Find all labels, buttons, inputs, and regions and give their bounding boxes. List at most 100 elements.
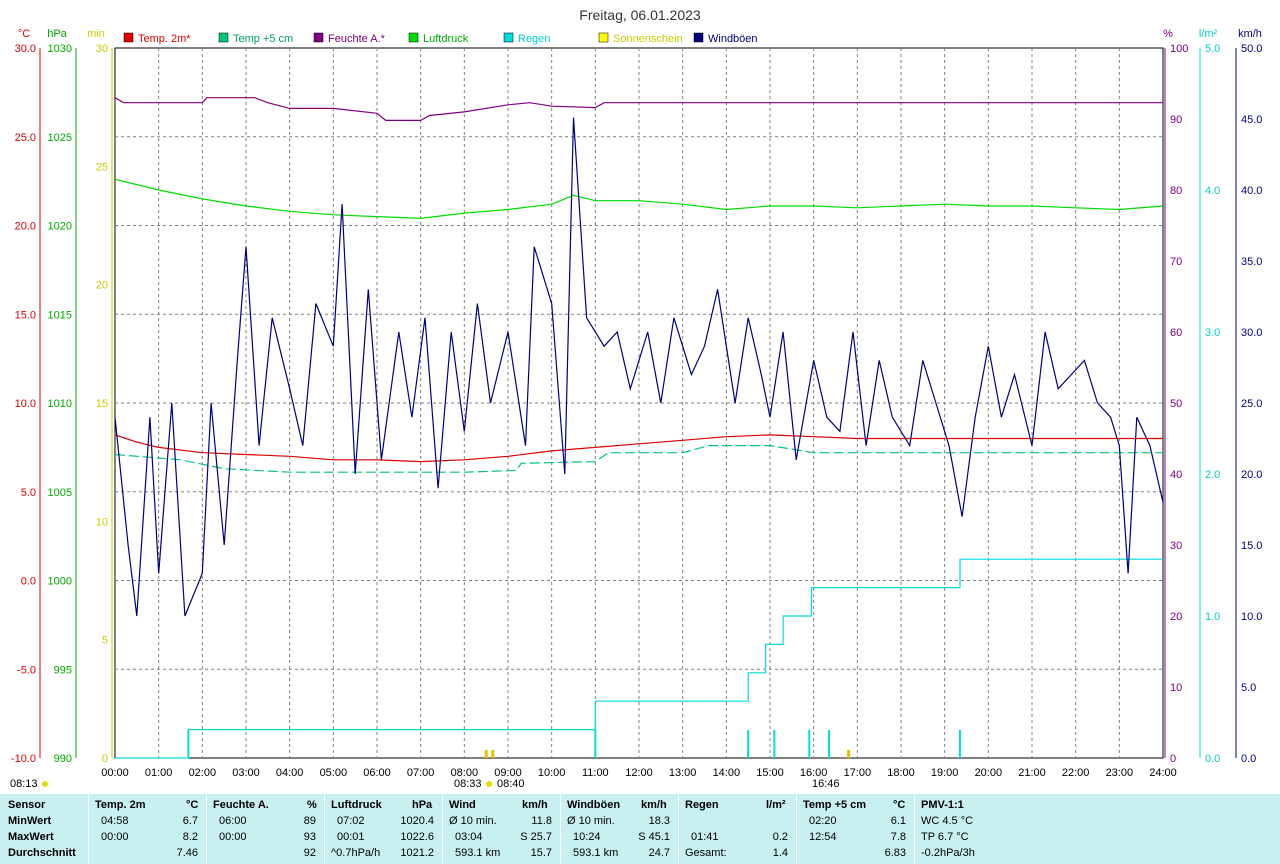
temp-tick-label: 5.0 [21, 487, 36, 499]
x-tick-label: 02:00 [189, 767, 217, 779]
header-gusts-unit: km/h [641, 799, 667, 811]
sunrise-time: 08:13 [10, 778, 38, 790]
pressure-tick-label: 1025 [48, 132, 72, 144]
humidity-tick-label: 40 [1170, 469, 1182, 481]
pressure-tick-label: 1005 [48, 487, 72, 499]
pressure-tick-label: 1015 [48, 309, 72, 321]
x-tick-label: 01:00 [145, 767, 173, 779]
sunrise-icon [42, 781, 48, 787]
rain-tick-label: 4.0 [1205, 185, 1220, 197]
x-tick-label: 12:00 [625, 767, 653, 779]
sun-icon [486, 781, 492, 787]
pressure-tick-label: 1010 [48, 398, 72, 410]
humidity-max-time: 00:00 [219, 831, 247, 843]
wind-tick-label: 35.0 [1241, 256, 1262, 268]
row-label-min: MinWert [8, 815, 52, 827]
unit-humidity: % [1163, 28, 1173, 40]
pressure-tick-label: 1000 [48, 576, 72, 588]
weather-chart: Freitag, 06.01.2023 Temp. 2m* Temp +5 cm F… [10, 7, 1262, 790]
sun-marker-1: 08:33 [454, 778, 482, 790]
wind-tick-label: 5.0 [1241, 682, 1256, 694]
temp5cm-avg-value: 6.83 [884, 847, 906, 859]
rain-max-time: 01:41 [691, 831, 719, 843]
x-tick-label: 00:00 [101, 767, 129, 779]
unit-pressure: hPa [47, 28, 67, 40]
x-tick-label: 20:00 [975, 767, 1003, 779]
legend-swatch [693, 32, 704, 43]
statistics-panel: Sensor Temp. 2m °C Feuchte A. % Luftdruc… [0, 794, 1280, 864]
header-temp5cm-unit: °C [893, 799, 906, 811]
humidity-tick-label: 20 [1170, 611, 1182, 623]
header-pressure-unit: hPa [412, 799, 433, 811]
x-tick-label: 03:00 [232, 767, 260, 779]
pressure-max-value: 1022.6 [400, 831, 434, 843]
wind-tick-label: 10.0 [1241, 611, 1262, 623]
x-tick-label: 21:00 [1018, 767, 1046, 779]
legend-swatch [503, 32, 514, 43]
pressure-avg-value: 1021.2 [400, 847, 434, 859]
x-tick-label: 23:00 [1106, 767, 1134, 779]
temp5cm-max-time: 12:54 [809, 831, 837, 843]
unit-rain: l/m² [1199, 28, 1218, 40]
pressure-tick-label: 1020 [48, 221, 72, 233]
legend-swatch [313, 32, 324, 43]
wind-tick-label: 15.0 [1241, 540, 1262, 552]
rain-tick-label: 3.0 [1205, 327, 1220, 339]
sun-tick-label: 25 [96, 161, 108, 173]
gusts-avg-value: 24.7 [648, 847, 670, 859]
humidity-tick-label: 100 [1170, 43, 1188, 55]
wind-min-label: Ø 10 min. [449, 815, 497, 827]
header-wind: Wind [449, 799, 476, 811]
unit-wind: km/h [1238, 28, 1262, 40]
x-axis-ticks: 00:00 01:00 02:00 03:00 04:00 05:00 06:00 07:00… [101, 767, 1177, 779]
wind-tick-label: 20.0 [1241, 469, 1262, 481]
legend-label: Feuchte A.* [328, 33, 386, 45]
rain-tick-label: 2.0 [1205, 469, 1220, 481]
row-label-max: MaxWert [8, 831, 54, 843]
legend-label: Windböen [708, 33, 758, 45]
x-tick-label: 19:00 [931, 767, 959, 779]
legend-label: Temp +5 cm [233, 33, 293, 45]
legend-label: Temp. 2m* [138, 33, 191, 45]
wind-avg-value: 15.7 [530, 847, 552, 859]
temp5cm-min-value: 6.1 [890, 815, 906, 827]
x-tick-label: 15:00 [756, 767, 784, 779]
humidity-tick-label: 80 [1170, 185, 1182, 197]
wind-max-value: S 25.7 [520, 831, 552, 843]
rain-max-value: 0.2 [772, 831, 788, 843]
header-temp5cm: Temp +5 cm [803, 799, 867, 811]
unit-sun: min [87, 28, 105, 40]
temp5cm-max-value: 7.8 [890, 831, 906, 843]
x-tick-label: 14:00 [713, 767, 741, 779]
x-tick-label: 22:00 [1062, 767, 1090, 779]
header-rain: Regen [685, 799, 719, 811]
wind-tick-label: 45.0 [1241, 114, 1262, 126]
sun-tick-label: 30 [96, 43, 108, 55]
x-tick-label: 11:00 [582, 767, 609, 779]
humidity-min-value: 89 [303, 815, 316, 827]
pressure-trend: ^0.7hPa/h [331, 847, 381, 859]
legend-swatch [408, 32, 419, 43]
header-temp2m-unit: °C [186, 799, 199, 811]
wind-tick-label: 50.0 [1241, 43, 1262, 55]
temp-tick-label: 0.0 [21, 576, 36, 588]
humidity-tick-label: 50 [1170, 398, 1182, 410]
header-wind-unit: km/h [522, 799, 548, 811]
pressure-tick-label: 1030 [48, 43, 72, 55]
x-tick-label: 24:00 [1149, 767, 1177, 779]
x-tick-label: 04:00 [276, 767, 304, 779]
pressure-tick-label: 990 [54, 753, 72, 765]
rain-total-value: 1.4 [772, 847, 788, 859]
sunset-time: 16:46 [812, 778, 840, 790]
humidity-tick-label: 0 [1170, 753, 1176, 765]
wind-tick-label: 0.0 [1241, 753, 1256, 765]
legend: Temp. 2m* Temp +5 cm Feuchte A.* Luftdruck R… [123, 32, 758, 45]
rain-tick-label: 0.0 [1205, 753, 1220, 765]
pmv-windchill: WC 4.5 °C [921, 815, 974, 827]
legend-label: Sonnenschein [613, 33, 683, 45]
pmv-dewpoint: TP 6.7 °C [921, 831, 969, 843]
temp5cm-min-time: 02:20 [809, 815, 837, 827]
header-humidity: Feuchte A. [213, 799, 269, 811]
temp-tick-label: 30.0 [15, 43, 36, 55]
legend-label: Luftdruck [423, 33, 469, 45]
